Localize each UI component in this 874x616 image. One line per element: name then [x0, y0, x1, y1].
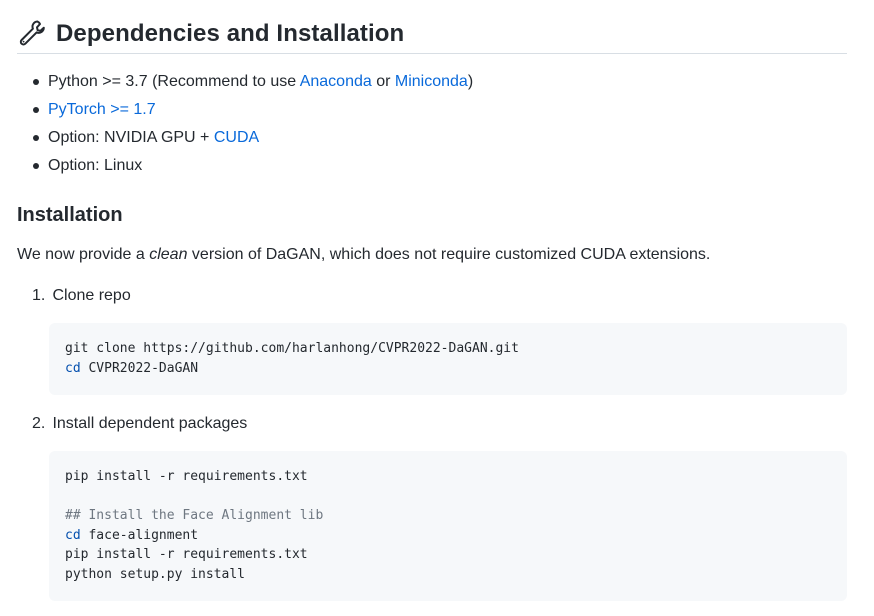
installation-intro: We now provide a clean version of DaGAN,… — [17, 244, 710, 266]
code-line: ## Install the Face Alignment lib — [65, 506, 831, 526]
step-number: 2. — [32, 415, 46, 432]
code-line: cd face-alignment — [65, 526, 831, 546]
intro-text: We now provide a — [17, 246, 150, 263]
list-item: Python >= 3.7 (Recommend to use Anaconda… — [17, 68, 473, 96]
code-line: pip install -r requirements.txt — [65, 545, 831, 565]
code-line: git clone https://github.com/harlanhong/… — [65, 339, 831, 359]
bullet-icon — [33, 79, 39, 85]
code-text: CVPR2022-DaGAN — [80, 360, 199, 376]
cuda-link[interactable]: CUDA — [214, 129, 259, 146]
code-block-clone[interactable]: git clone https://github.com/harlanhong/… — [49, 323, 847, 395]
code-comment: ## Install the Face Alignment lib — [65, 508, 324, 524]
bullet-icon — [33, 107, 39, 113]
step-label: Clone repo — [52, 287, 131, 304]
dep-text: Option: NVIDIA GPU + — [48, 129, 214, 146]
wrench-icon — [19, 20, 45, 45]
list-item: Option: NVIDIA GPU + CUDA — [17, 124, 473, 152]
code-block-install[interactable]: pip install -r requirements.txt ## Instal… — [49, 451, 847, 601]
installation-heading: Installation — [17, 204, 123, 226]
miniconda-link[interactable]: Miniconda — [395, 73, 468, 90]
page-title: Dependencies and Installation — [56, 19, 405, 47]
code-keyword: cd — [65, 360, 81, 376]
bullet-icon — [33, 135, 39, 141]
dep-text: Option: Linux — [48, 157, 143, 174]
dep-text: ) — [467, 73, 474, 90]
code-text: python setup.py install — [65, 566, 246, 582]
dep-text: Python >= 3.7 (Recommend to use — [48, 73, 300, 90]
step-number: 1. — [32, 287, 46, 304]
section-heading: Dependencies and Installation — [17, 14, 847, 54]
step-install-packages: 2. Install dependent packages — [32, 413, 247, 435]
anaconda-link[interactable]: Anaconda — [300, 73, 372, 90]
step-clone-repo: 1. Clone repo — [32, 285, 131, 307]
dep-text: or — [371, 73, 395, 90]
code-line: python setup.py install — [65, 565, 831, 585]
code-keyword: cd — [65, 527, 81, 543]
intro-emphasis: clean — [149, 246, 188, 263]
list-item: Option: Linux — [17, 152, 473, 180]
pytorch-link[interactable]: PyTorch >= 1.7 — [48, 101, 156, 118]
code-text: pip install -r requirements.txt — [65, 547, 308, 563]
bullet-icon — [33, 163, 39, 169]
step-label: Install dependent packages — [52, 415, 248, 432]
code-text: git clone https://github.com/harlanhong/… — [65, 341, 519, 356]
code-line: cd CVPR2022-DaGAN — [65, 359, 831, 379]
code-text: pip install -r requirements.txt — [65, 469, 308, 484]
code-line: pip install -r requirements.txt — [65, 467, 831, 487]
list-item: PyTorch >= 1.7 — [17, 96, 473, 124]
dependency-list: Python >= 3.7 (Recommend to use Anaconda… — [17, 68, 473, 180]
intro-text: version of DaGAN, which does not require… — [187, 246, 711, 263]
code-text: face-alignment — [80, 527, 199, 543]
